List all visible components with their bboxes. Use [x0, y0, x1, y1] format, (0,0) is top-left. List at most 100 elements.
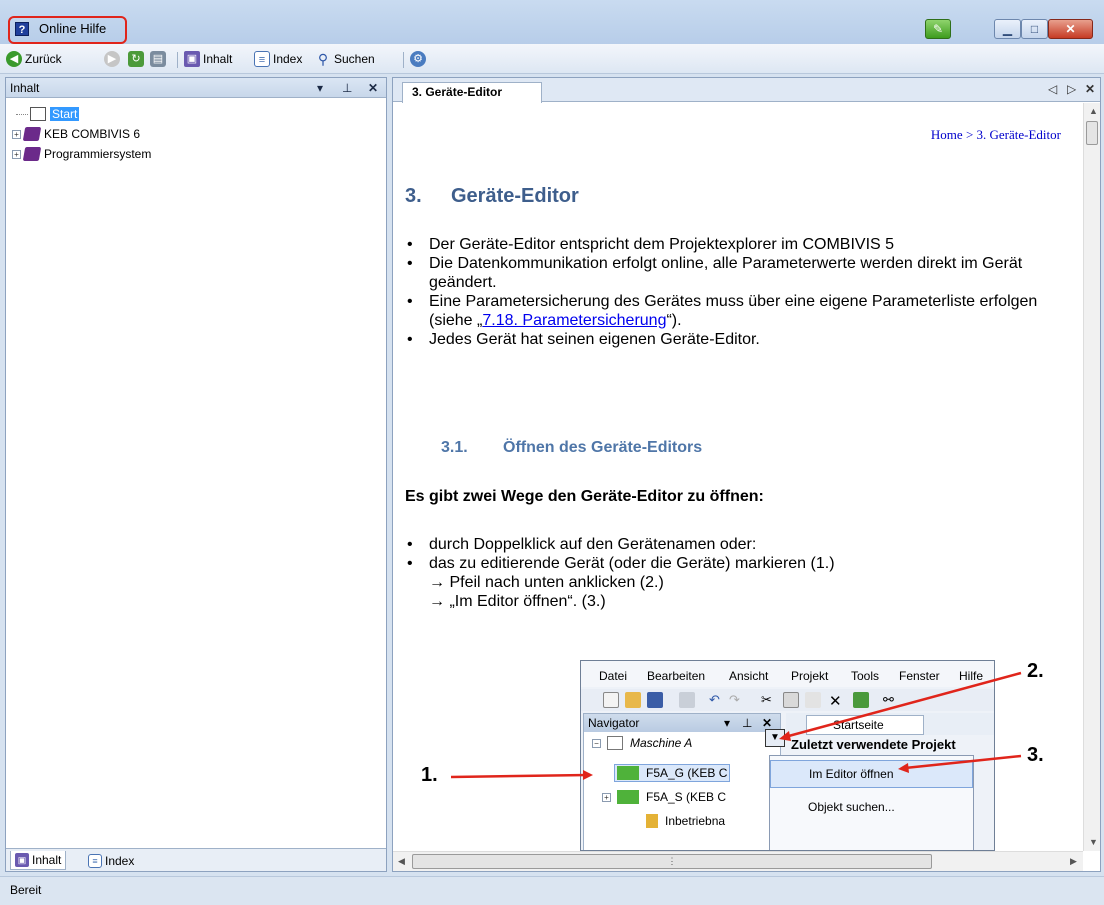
intro-bullet-list: Der Geräte-Editor entspricht dem Projekt… [405, 235, 1045, 349]
print-button[interactable]: ▤ [150, 50, 166, 68]
expand-icon[interactable]: + [12, 149, 21, 159]
tab-scroll-left-icon[interactable]: ◁ [1048, 82, 1057, 96]
embedded-device-label: F5A_G (KEB C [646, 766, 728, 780]
list-item: durch Doppelklick auf den Gerätenamen od… [405, 535, 1045, 554]
binoculars-icon: ⚯ [883, 692, 894, 707]
horizontal-scroll-thumb[interactable]: ⋮ [412, 854, 932, 869]
tab-index-label: Index [105, 853, 135, 868]
tab-close-icon[interactable]: ✕ [1085, 82, 1095, 96]
annotation-label-1: 1. [421, 764, 438, 786]
tree-item-keb-combivis[interactable]: + KEB COMBIVIS 6 [12, 124, 151, 144]
list-item: Der Geräte-Editor entspricht dem Projekt… [405, 235, 1045, 254]
context-item-open-editor: Im Editor öffnen [770, 760, 973, 788]
tree-item-label: Start [50, 107, 80, 121]
close-button[interactable]: ✕ [1048, 19, 1093, 39]
tab-document[interactable]: 3. Geräte-Editor [402, 82, 542, 103]
list-item: Die Datenkommunikation erfolgt online, a… [405, 254, 1045, 292]
scroll-up-icon[interactable]: ▲ [1089, 106, 1098, 116]
embedded-menu-item: Datei [599, 669, 628, 683]
embedded-menu-item: Tools [851, 669, 880, 683]
search-button[interactable]: ⚲ Suchen [315, 50, 375, 68]
section-heading: 3.1. Öffnen des Geräte-Editors [441, 439, 702, 457]
minimize-button[interactable]: ▁ [994, 19, 1021, 39]
embedded-tree-row: Inbetriebna [646, 814, 725, 828]
embedded-screenshot: Datei Bearbeiten Ansicht Projekt Tools F… [580, 660, 995, 851]
section-heading-text: Öffnen des Geräte-Editors [503, 439, 703, 456]
contents-pane-header: Inhalt ▾ ⊥ ✕ [6, 78, 386, 98]
refresh-button[interactable]: ↻ [128, 50, 144, 68]
index-button[interactable]: ≡ Index [254, 50, 302, 68]
pane-close-icon[interactable]: ✕ [368, 78, 378, 98]
title-bar: ? Online Hilfe ✎ ▁ □ ✕ [0, 0, 1104, 44]
delete-icon: ✕ [829, 693, 842, 710]
tab-contents[interactable]: ▣ Inhalt [10, 851, 67, 870]
list-item: das zu editierende Gerät (oder die Gerät… [405, 554, 1045, 573]
print-icon: ▤ [150, 51, 166, 67]
embedded-menu-item: Bearbeiten [647, 669, 706, 683]
redo-icon: ↷ [729, 692, 740, 707]
embedded-menu-item: Ansicht [729, 669, 769, 683]
scroll-right-icon[interactable]: ▶ [1070, 856, 1077, 867]
embedded-navigator-title: Navigator [588, 716, 640, 730]
embedded-startpage-tabbar: Startseite [786, 713, 994, 735]
maximize-button[interactable]: □ [1021, 19, 1048, 39]
index-label: Index [273, 52, 303, 66]
pane-pin-icon: ⊥ [742, 716, 753, 730]
index-icon: ≡ [88, 853, 102, 868]
list-item-text: “). [666, 312, 682, 329]
pin-icon[interactable]: ✎ [925, 19, 951, 39]
context-item-find-object: Objekt suchen... [808, 800, 895, 814]
arrow-1 [450, 773, 589, 779]
expand-icon: + [602, 792, 611, 802]
tree-item-start[interactable]: Start [12, 104, 151, 124]
contents-button[interactable]: ▣ Inhalt [184, 50, 232, 68]
book-icon [22, 127, 42, 141]
vertical-scrollbar[interactable]: ▲ ▼ [1083, 103, 1100, 851]
collapse-icon: − [592, 738, 601, 748]
pane-pin-icon[interactable]: ⊥ [342, 78, 352, 98]
help-app-icon: ? [15, 22, 29, 36]
document-tab-bar: 3. Geräte-Editor ◁ ▷ ✕ [393, 78, 1100, 103]
embedded-menu-item: Fenster [899, 669, 940, 683]
toolbar-separator [177, 52, 178, 68]
contents-pane-title: Inhalt [10, 81, 40, 95]
breadcrumb[interactable]: Home > 3. Geräte-Editor [931, 127, 1061, 143]
document-content: Home > 3. Geräte-Editor 3. Geräte-Editor … [393, 103, 1083, 851]
open-folder-icon [625, 692, 641, 708]
tab-index[interactable]: ≡ Index [84, 851, 138, 870]
options-icon: ⚙ [410, 51, 426, 67]
back-label: Zurück [25, 52, 62, 66]
horizontal-scrollbar[interactable]: ◀ ⋮ ▶ [393, 851, 1083, 871]
print-icon [679, 692, 695, 708]
pane-tab-strip: ▣ Inhalt ≡ Index [6, 848, 386, 871]
contents-label: Inhalt [203, 52, 233, 66]
annotation-label-2: 2. [1027, 660, 1044, 682]
parametersicherung-link[interactable]: 7.18. Parametersicherung [482, 312, 666, 329]
options-button[interactable]: ⚙ [410, 50, 426, 68]
index-icon: ≡ [254, 51, 270, 67]
refresh-icon: ↻ [128, 51, 144, 67]
scroll-left-icon[interactable]: ◀ [398, 856, 405, 867]
list-item: Jedes Gerät hat seinen eigenen Geräte-Ed… [405, 330, 1045, 349]
embedded-tree-row: − Maschine A [592, 736, 692, 750]
tab-contents-label: Inhalt [32, 853, 62, 867]
back-button[interactable]: ◀ Zurück [6, 50, 62, 68]
tab-scroll-right-icon[interactable]: ▷ [1067, 82, 1076, 96]
pane-menu-icon: ▾ [724, 716, 731, 730]
vertical-scroll-thumb[interactable] [1086, 121, 1098, 145]
expand-icon[interactable]: + [12, 129, 21, 139]
insert-icon [853, 692, 869, 708]
toolbar: ◀ Zurück ▶ ↻ ▤ ▣ Inhalt ≡ Index ⚲ Suchen… [0, 44, 1104, 74]
paste-icon [805, 692, 821, 708]
embedded-navigator: Navigator ▾ ⊥ ✕ − Maschine A F5A_G (KEB … [583, 713, 781, 850]
forward-button[interactable]: ▶ [104, 50, 120, 68]
page-icon [30, 107, 46, 121]
tree-item-programmiersystem[interactable]: + Programmiersystem [12, 144, 151, 164]
scroll-down-icon[interactable]: ▼ [1089, 837, 1098, 847]
embedded-menu-bar: Datei Bearbeiten Ansicht Projekt Tools F… [581, 661, 994, 687]
pane-menu-icon[interactable]: ▾ [317, 78, 323, 98]
search-label: Suchen [334, 52, 375, 66]
embedded-tree-row: + F5A_S (KEB C [602, 790, 726, 804]
status-text: Bereit [10, 883, 42, 897]
page-title-text: Geräte-Editor [451, 185, 579, 207]
